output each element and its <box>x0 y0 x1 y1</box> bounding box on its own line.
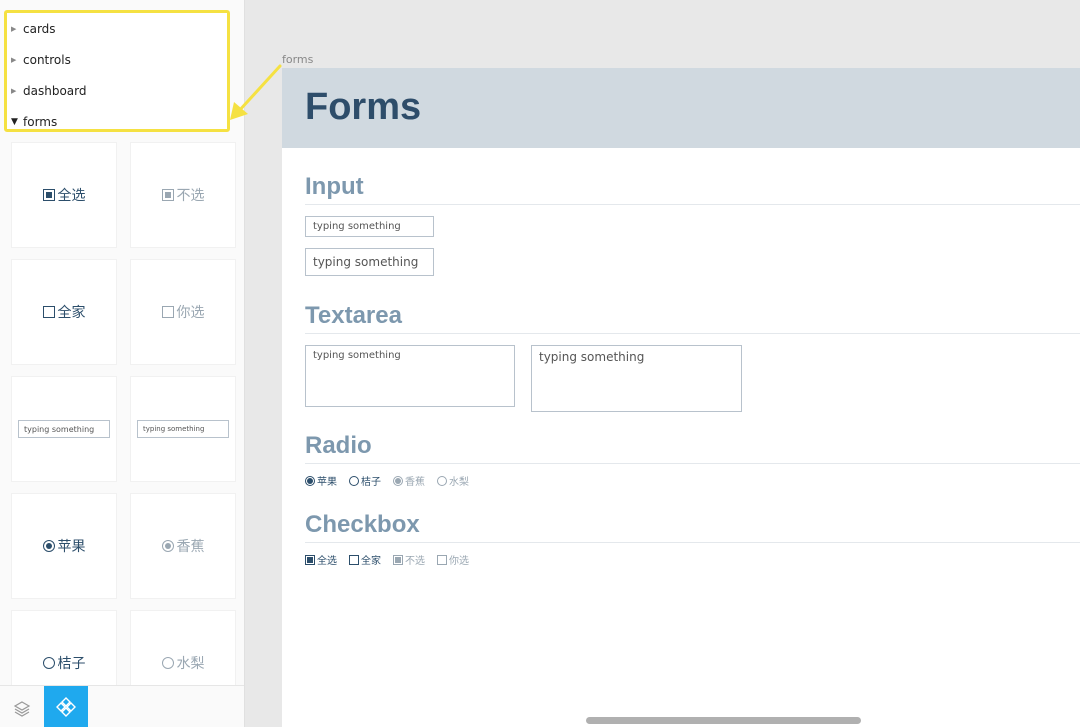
thumb-checkbox-checked-disabled[interactable]: 不选 <box>131 143 235 247</box>
components-icon <box>56 697 76 717</box>
annotation-arrow <box>230 64 282 120</box>
radio-label: 水梨 <box>449 477 469 488</box>
radio-unchecked-icon <box>349 475 359 486</box>
thumb-label: 不选 <box>176 188 205 204</box>
caret-right-icon: ▶ <box>11 25 17 33</box>
component-tree: ▶ cards ▶ controls ▶ dashboard ▼ forms <box>4 10 230 132</box>
checkbox-checked-icon <box>305 554 315 565</box>
radio-checked-icon <box>161 540 174 552</box>
thumb-label: 水梨 <box>176 656 205 672</box>
thumb-label: 苹果 <box>57 539 86 555</box>
thumb-label: 你选 <box>176 305 205 321</box>
tree-item-dashboard[interactable]: ▶ dashboard <box>11 81 86 101</box>
radio-label: 香蕉 <box>405 477 425 488</box>
thumb-input-preview: typing something <box>18 420 110 438</box>
components-button[interactable] <box>44 686 88 727</box>
checkbox-group: 全选 全家 不选 你选 <box>305 552 481 567</box>
thumb-input-preview: typing something <box>137 420 229 438</box>
horizontal-scrollbar[interactable] <box>586 717 861 724</box>
divider <box>305 463 1080 464</box>
section-title-textarea: Textarea <box>305 302 402 329</box>
checkbox-unchecked-icon <box>161 306 174 318</box>
divider <box>305 333 1080 334</box>
layers-button[interactable] <box>8 698 36 720</box>
thumb-radio-checked-disabled[interactable]: 香蕉 <box>131 494 235 598</box>
checkbox-option[interactable]: 全家 <box>349 552 381 567</box>
divider <box>305 204 1080 205</box>
section-title-input: Input <box>305 173 364 200</box>
thumb-label: 全家 <box>57 305 86 321</box>
tree-item-label: cards <box>23 22 56 36</box>
checkbox-checked-icon <box>161 189 174 201</box>
checkbox-label: 全选 <box>317 556 337 567</box>
checkbox-unchecked-icon <box>437 554 447 565</box>
radio-unchecked-icon <box>161 657 174 669</box>
tree-item-label: forms <box>23 115 58 129</box>
sidebar-bottom-bar <box>0 685 244 727</box>
caret-down-icon: ▼ <box>11 117 18 127</box>
checkbox-option[interactable]: 全选 <box>305 552 337 567</box>
textarea-large[interactable]: typing something <box>531 345 742 412</box>
checkbox-label: 不选 <box>405 556 425 567</box>
caret-right-icon: ▶ <box>11 87 17 95</box>
checkbox-option-disabled[interactable]: 不选 <box>393 552 425 567</box>
radio-label: 桔子 <box>361 477 381 488</box>
checkbox-unchecked-icon <box>42 306 55 318</box>
thumb-checkbox-checked[interactable]: 全选 <box>12 143 116 247</box>
page-title: Forms <box>305 86 422 128</box>
checkbox-label: 全家 <box>361 556 381 567</box>
thumb-radio-checked[interactable]: 苹果 <box>12 494 116 598</box>
radio-checked-icon <box>42 540 55 552</box>
radio-option-disabled[interactable]: 香蕉 <box>393 473 425 488</box>
checkbox-checked-icon <box>393 554 403 565</box>
forms-artboard: Forms Input typing something typing some… <box>282 68 1080 727</box>
tree-item-forms[interactable]: ▼ forms <box>11 112 57 132</box>
thumb-label: 桔子 <box>57 656 86 672</box>
radio-group: 苹果 桔子 香蕉 水梨 <box>305 473 481 488</box>
thumb-checkbox-unchecked[interactable]: 全家 <box>12 260 116 364</box>
radio-option[interactable]: 桔子 <box>349 473 381 488</box>
radio-checked-icon <box>305 475 315 486</box>
thumb-input-small[interactable]: typing something <box>131 377 235 481</box>
artboard-label: forms <box>282 53 314 66</box>
radio-checked-icon <box>393 475 403 486</box>
thumb-label: 全选 <box>57 188 86 204</box>
tree-item-label: dashboard <box>23 84 87 98</box>
checkbox-unchecked-icon <box>349 554 359 565</box>
input-small[interactable]: typing something <box>305 216 434 237</box>
tree-item-controls[interactable]: ▶ controls <box>11 50 71 70</box>
layers-icon <box>13 701 31 717</box>
caret-right-icon: ▶ <box>11 56 17 64</box>
radio-option[interactable]: 苹果 <box>305 473 337 488</box>
divider <box>305 542 1080 543</box>
thumb-input-large[interactable]: typing something <box>12 377 116 481</box>
checkbox-option-disabled[interactable]: 你选 <box>437 552 469 567</box>
section-title-checkbox: Checkbox <box>305 511 420 538</box>
input-large[interactable]: typing something <box>305 248 434 276</box>
checkbox-label: 你选 <box>449 556 469 567</box>
textarea-small[interactable]: typing something <box>305 345 515 407</box>
tree-item-label: controls <box>23 53 71 67</box>
thumb-checkbox-unchecked-disabled[interactable]: 你选 <box>131 260 235 364</box>
thumb-label: 香蕉 <box>176 539 205 555</box>
components-sidebar: ▶ cards ▶ controls ▶ dashboard ▼ forms 全… <box>0 0 245 727</box>
radio-label: 苹果 <box>317 477 337 488</box>
section-title-radio: Radio <box>305 432 372 459</box>
radio-unchecked-icon <box>42 657 55 669</box>
radio-option-disabled[interactable]: 水梨 <box>437 473 469 488</box>
radio-unchecked-icon <box>437 475 447 486</box>
page-header: Forms <box>282 68 1080 148</box>
checkbox-checked-icon <box>42 189 55 201</box>
tree-item-cards[interactable]: ▶ cards <box>11 19 56 39</box>
